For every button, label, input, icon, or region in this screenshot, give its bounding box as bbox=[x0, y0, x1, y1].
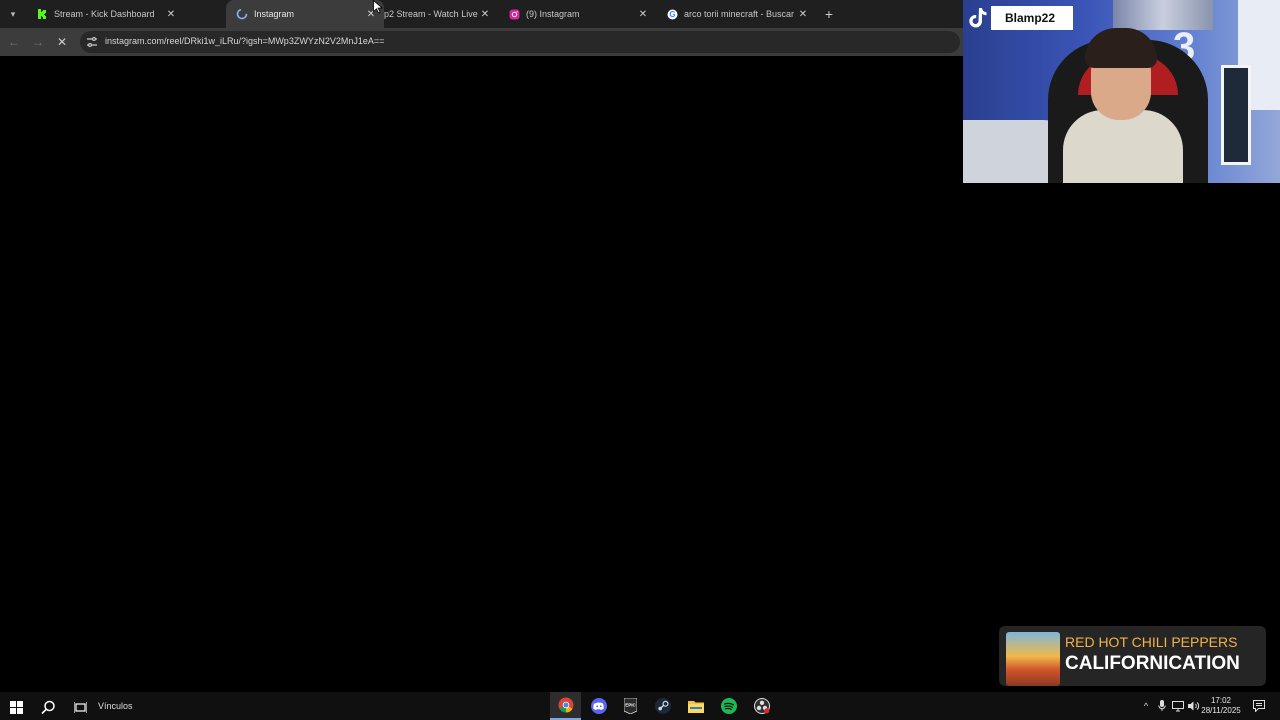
clock-date: 28/11/2025 bbox=[1201, 706, 1241, 715]
windows-taskbar: Vínculos EPIC ^ 17:02 28/11/2025 bbox=[0, 692, 1280, 720]
chrome-icon[interactable] bbox=[550, 692, 581, 720]
streamer-shirt bbox=[1063, 110, 1183, 183]
close-icon[interactable]: ✕ bbox=[478, 7, 492, 21]
tab-title: p2 Stream - Watch Live on bbox=[384, 9, 478, 19]
album-art bbox=[1006, 632, 1060, 686]
system-clock[interactable]: 17:02 28/11/2025 bbox=[1198, 696, 1244, 716]
wall-poster bbox=[1113, 0, 1213, 30]
song-title: CALIFORNICATION bbox=[1065, 653, 1240, 674]
site-settings-icon[interactable] bbox=[86, 36, 98, 48]
tab-title: Instagram bbox=[254, 9, 295, 19]
tab-kick-stream[interactable]: p2 Stream - Watch Live on ✕ bbox=[380, 0, 498, 28]
obs-icon[interactable] bbox=[746, 692, 777, 720]
tab-search-chevron-icon[interactable]: ▾ bbox=[4, 5, 22, 23]
artist-name: RED HOT CHILI PEPPERS bbox=[1065, 634, 1238, 650]
address-bar[interactable]: instagram.com/reel/DRki1w_iLRu/?igsh=MWp… bbox=[80, 31, 960, 53]
close-icon[interactable]: ✕ bbox=[636, 7, 650, 21]
close-icon[interactable]: ✕ bbox=[796, 7, 810, 21]
discord-icon[interactable] bbox=[583, 692, 614, 720]
close-icon[interactable]: ✕ bbox=[164, 7, 178, 21]
svg-text:G: G bbox=[669, 10, 675, 19]
mouse-cursor-icon bbox=[373, 0, 383, 14]
search-icon[interactable] bbox=[37, 696, 59, 718]
task-view-icon[interactable] bbox=[69, 696, 91, 718]
forward-arrow-icon[interactable]: → bbox=[30, 34, 46, 50]
url-text: instagram.com/reel/DRki1w_iLRu/?igsh=MWp… bbox=[105, 36, 385, 46]
instagram-icon bbox=[508, 8, 520, 20]
svg-text:EPIC: EPIC bbox=[625, 703, 636, 708]
tab-google-search[interactable]: G arco torii minecraft - Buscar con ✕ bbox=[656, 0, 816, 28]
kick-icon bbox=[36, 8, 48, 20]
tab-instagram[interactable]: (9) Instagram ✕ bbox=[498, 0, 656, 28]
clock-time: 17:02 bbox=[1210, 696, 1232, 705]
back-arrow-icon[interactable]: ← bbox=[6, 34, 22, 50]
network-icon[interactable] bbox=[1171, 699, 1185, 713]
streamer-username: Blamp22 bbox=[991, 6, 1074, 30]
epic-games-icon[interactable]: EPIC bbox=[615, 692, 646, 720]
tab-title: (9) Instagram bbox=[526, 9, 580, 19]
mirror bbox=[1221, 65, 1251, 165]
spotify-icon[interactable] bbox=[713, 692, 744, 720]
tab-title: Stream - Kick Dashboard bbox=[54, 9, 155, 19]
google-icon: G bbox=[666, 8, 678, 20]
file-explorer-icon[interactable] bbox=[680, 692, 711, 720]
notifications-icon[interactable] bbox=[1252, 699, 1266, 713]
now-playing-widget: RED HOT CHILI PEPPERS CALIFORNICATION bbox=[999, 626, 1266, 686]
streamer-hair bbox=[1085, 28, 1157, 68]
webcam-overlay: 3 Blamp22 bbox=[963, 0, 1280, 183]
links-toolbar-label[interactable]: Vínculos bbox=[98, 701, 133, 711]
windows-start-icon[interactable] bbox=[5, 696, 27, 718]
microphone-icon[interactable] bbox=[1155, 699, 1169, 713]
tab-title: arco torii minecraft - Buscar con bbox=[684, 9, 796, 19]
show-hidden-icons-chevron-icon[interactable]: ^ bbox=[1139, 699, 1153, 713]
tab-kick-dashboard[interactable]: Stream - Kick Dashboard ✕ bbox=[26, 0, 184, 28]
loading-spinner-icon bbox=[236, 8, 248, 20]
tiktok-icon bbox=[969, 8, 987, 28]
tab-instagram-active[interactable]: Instagram ✕ bbox=[226, 0, 384, 28]
new-tab-button[interactable]: + bbox=[820, 5, 838, 23]
stop-loading-icon[interactable]: ✕ bbox=[54, 34, 70, 50]
steam-icon[interactable] bbox=[647, 692, 678, 720]
